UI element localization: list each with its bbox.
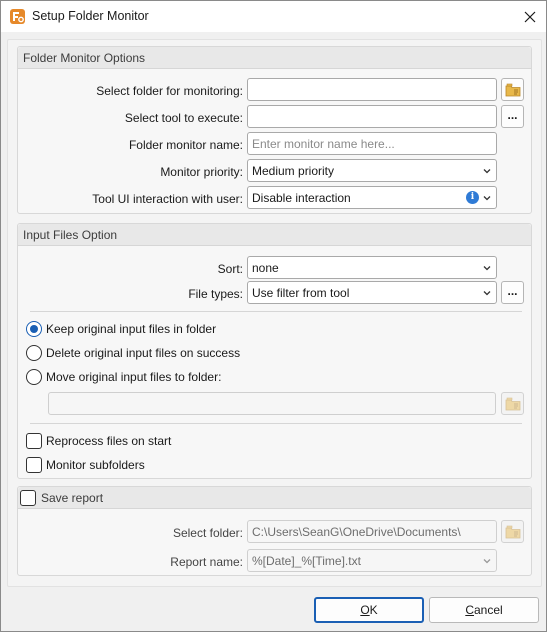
cancel-button[interactable]: Cancel xyxy=(429,597,539,623)
priority-label: Monitor priority: xyxy=(160,165,243,179)
priority-select[interactable]: Medium priority xyxy=(247,159,497,182)
move-folder-browse-button[interactable] xyxy=(501,392,524,415)
chevron-down-icon xyxy=(483,169,491,174)
select-folder-input[interactable] xyxy=(247,78,497,101)
keep-files-radio[interactable] xyxy=(26,321,42,337)
group-header: Input Files Option xyxy=(18,224,531,246)
browse-tool-button[interactable]: ... xyxy=(501,105,524,128)
ok-button[interactable]: OK xyxy=(314,597,424,623)
cancel-label-rest: ancel xyxy=(473,603,503,617)
chevron-down-icon xyxy=(483,266,491,271)
setup-folder-monitor-dialog: Setup Folder Monitor Folder Monitor Opti… xyxy=(0,0,547,632)
folder-monitor-options-group: Folder Monitor Options Select folder for… xyxy=(17,46,532,214)
group-header: Folder Monitor Options xyxy=(18,47,531,69)
move-files-radio[interactable] xyxy=(26,369,42,385)
monitor-name-input[interactable]: Enter monitor name here... xyxy=(247,132,497,155)
save-report-title[interactable]: Save report xyxy=(41,491,103,505)
interaction-value: Disable interaction xyxy=(252,191,351,205)
report-name-value: %[Date]_%[Time].txt xyxy=(252,554,361,568)
move-files-label[interactable]: Move original input files to folder: xyxy=(46,370,221,384)
folder-browse-icon xyxy=(505,525,520,538)
window-title: Setup Folder Monitor xyxy=(32,9,149,23)
subfolders-checkbox[interactable] xyxy=(26,457,42,473)
close-button[interactable] xyxy=(517,5,543,29)
browse-folder-button[interactable] xyxy=(501,78,524,101)
report-name-label: Report name: xyxy=(170,555,243,569)
info-icon[interactable]: i xyxy=(466,191,479,204)
delete-files-label[interactable]: Delete original input files on success xyxy=(46,346,240,360)
priority-value: Medium priority xyxy=(252,164,335,178)
move-folder-input[interactable] xyxy=(48,392,496,415)
report-folder-label: Select folder: xyxy=(172,526,243,540)
interaction-select[interactable]: Disable interaction i xyxy=(247,186,497,209)
select-folder-label: Select folder for monitoring: xyxy=(96,84,243,98)
sort-value: none xyxy=(252,261,279,275)
dialog-content: Folder Monitor Options Select folder for… xyxy=(7,39,542,587)
ok-access-key: O xyxy=(360,603,370,617)
divider xyxy=(30,423,522,424)
ellipsis-label: ... xyxy=(507,283,518,298)
title-bar: Setup Folder Monitor xyxy=(1,1,546,32)
select-tool-input[interactable] xyxy=(247,105,497,128)
ellipsis-label: ... xyxy=(507,107,518,122)
select-tool-label: Select tool to execute: xyxy=(124,111,243,125)
save-report-group: Save report Select folder: C:\Users\Sean… xyxy=(17,486,532,576)
report-folder-browse-button[interactable] xyxy=(501,520,524,543)
group-title: Input Files Option xyxy=(23,228,118,242)
chevron-down-icon xyxy=(483,559,491,564)
cancel-access-key: C xyxy=(465,603,474,617)
chevron-down-icon xyxy=(483,291,491,296)
subfolders-label[interactable]: Monitor subfolders xyxy=(46,458,145,472)
divider xyxy=(30,311,522,312)
file-types-browse-button[interactable]: ... xyxy=(501,281,524,304)
report-folder-input[interactable]: C:\Users\SeanG\OneDrive\Documents\ xyxy=(247,520,497,543)
group-title: Folder Monitor Options xyxy=(23,51,146,65)
input-files-option-group: Input Files Option Sort: none File types… xyxy=(17,223,532,479)
folder-browse-icon xyxy=(505,397,520,410)
file-types-value: Use filter from tool xyxy=(252,286,350,300)
ok-label-rest: K xyxy=(369,603,378,617)
keep-files-label[interactable]: Keep original input files in folder xyxy=(46,322,216,336)
monitor-name-label: Folder monitor name: xyxy=(128,138,243,152)
reprocess-checkbox[interactable] xyxy=(26,433,42,449)
app-logo-icon xyxy=(10,9,25,24)
group-header: Save report xyxy=(18,487,531,509)
delete-files-radio[interactable] xyxy=(26,345,42,361)
file-types-label: File types: xyxy=(188,287,243,301)
sort-label: Sort: xyxy=(217,262,243,276)
close-icon xyxy=(524,11,536,23)
file-types-select[interactable]: Use filter from tool xyxy=(247,281,497,304)
save-report-checkbox[interactable] xyxy=(20,490,36,506)
interaction-label: Tool UI interaction with user: xyxy=(92,192,243,206)
chevron-down-icon xyxy=(483,196,491,201)
sort-select[interactable]: none xyxy=(247,256,497,279)
report-name-select[interactable]: %[Date]_%[Time].txt xyxy=(247,549,497,572)
folder-browse-icon xyxy=(505,83,520,96)
reprocess-label[interactable]: Reprocess files on start xyxy=(46,434,171,448)
